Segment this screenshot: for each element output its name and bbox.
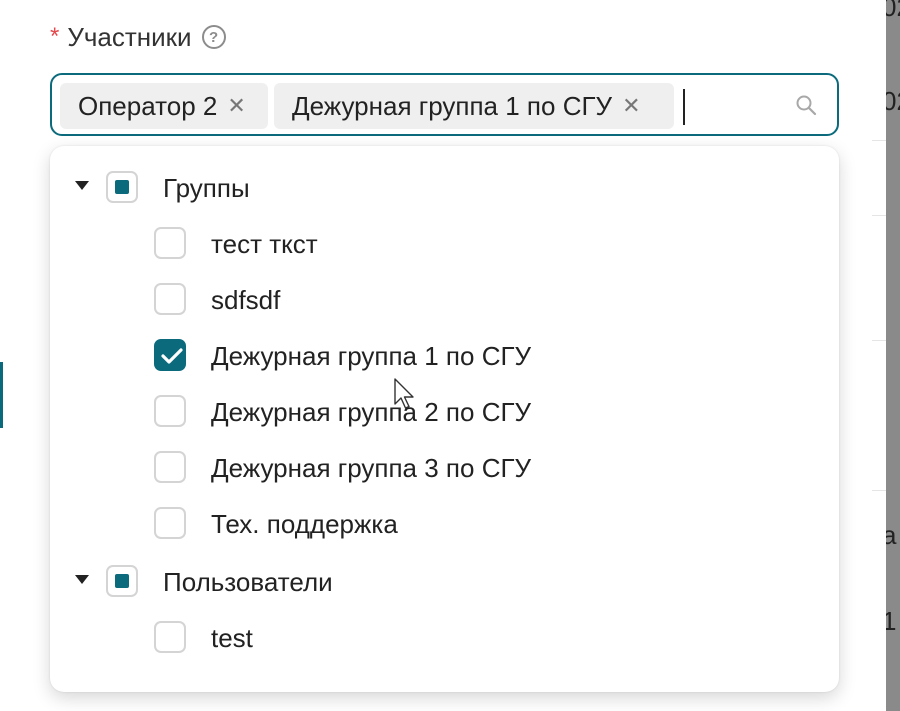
background-text: 02 <box>886 0 900 22</box>
tree-checkbox[interactable] <box>106 565 138 597</box>
tree-leaf-label: Дежурная группа 3 по СГУ <box>211 452 532 483</box>
background-text: 1 <box>886 606 897 636</box>
tree-leaf[interactable]: Дежурная группа 3 по СГУ <box>50 440 839 496</box>
tag-remove-icon[interactable]: ✕ <box>227 93 245 119</box>
tree-checkbox[interactable] <box>154 227 186 259</box>
selected-tag: Дежурная группа 1 по СГУ ✕ <box>274 83 674 129</box>
mouse-pointer-icon <box>394 378 414 409</box>
tree-node-groups[interactable]: Группы <box>50 160 839 216</box>
tree-node-label: Группы <box>163 172 250 203</box>
tag-remove-icon[interactable]: ✕ <box>622 93 640 119</box>
tree-checkbox[interactable] <box>154 451 186 483</box>
tree-checkbox[interactable] <box>106 171 138 203</box>
background-panel-edge: 02 02 a 1 <box>886 0 900 711</box>
background-accent-mark <box>0 362 3 428</box>
tree-checkbox[interactable] <box>154 621 186 653</box>
tree-leaf-label: тест ткст <box>211 228 318 259</box>
tree-leaf[interactable]: тест ткст <box>50 216 839 272</box>
tree-leaf[interactable]: test <box>50 610 839 666</box>
background-text: 02 <box>886 86 900 116</box>
tree-checkbox[interactable] <box>154 283 186 315</box>
participants-label-text: Участники <box>67 21 192 52</box>
participants-label: * Участники ? <box>50 18 226 56</box>
tree-leaf-label: sdfsdf <box>211 284 281 315</box>
tree-leaf[interactable]: sdfsdf <box>50 272 839 328</box>
tree-leaf[interactable]: Тех. поддержка <box>50 496 839 552</box>
check-icon <box>161 348 183 364</box>
text-caret <box>683 89 685 125</box>
tree-leaf[interactable]: Дежурная группа 1 по СГУ <box>50 328 839 384</box>
participants-select[interactable]: Оператор 2 ✕ Дежурная группа 1 по СГУ ✕ <box>50 73 839 136</box>
tree-checkbox[interactable] <box>154 395 186 427</box>
background-divider <box>872 215 886 216</box>
selected-tag-label: Оператор 2 <box>78 90 218 121</box>
tree-node-label: Пользователи <box>163 566 333 597</box>
expand-caret-icon[interactable] <box>75 575 89 584</box>
help-icon[interactable]: ? <box>201 25 226 49</box>
background-divider <box>872 140 886 141</box>
tree-leaf-label: test <box>211 622 253 653</box>
tree-checkbox-checked[interactable] <box>154 339 186 371</box>
expand-caret-icon[interactable] <box>75 181 89 190</box>
selected-tag-label: Дежурная группа 1 по СГУ <box>292 90 613 121</box>
selected-tag: Оператор 2 ✕ <box>60 83 268 129</box>
tree-dropdown: Группы тест ткст sdfsdf Дежурная группа … <box>50 146 839 692</box>
required-mark: * <box>50 23 60 50</box>
tree-leaf-label: Дежурная группа 1 по СГУ <box>211 340 532 371</box>
tree-leaf-label: Тех. поддержка <box>211 508 398 539</box>
tree-leaf-label: Дежурная группа 2 по СГУ <box>211 396 532 427</box>
background-text: a <box>886 520 897 550</box>
tree-node-users[interactable]: Пользователи <box>50 554 839 610</box>
background-divider <box>872 340 886 341</box>
tree-leaf[interactable]: Дежурная группа 2 по СГУ <box>50 384 839 440</box>
help-icon-glyph: ? <box>208 28 219 46</box>
background-divider <box>872 490 886 491</box>
search-icon <box>796 95 817 116</box>
tree-checkbox[interactable] <box>154 507 186 539</box>
